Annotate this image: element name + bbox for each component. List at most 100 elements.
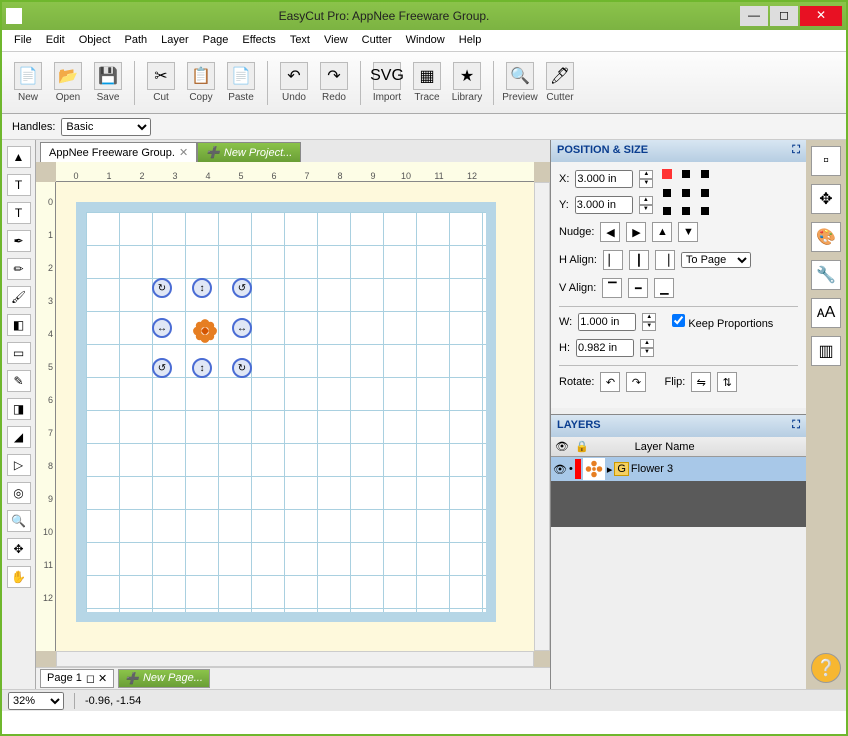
tool-15[interactable]: ✋ [7,566,31,588]
tool-6[interactable]: ◧ [7,314,31,336]
rotate-ccw-button[interactable]: ↶ [600,372,620,392]
import-button[interactable]: SVGImport [367,62,407,103]
canvas-area[interactable]: 0123456789101112 0123456789101112 ↻ ↕ ↺ … [36,162,550,667]
x-spinner[interactable]: ▲▼ [639,170,653,188]
open-button[interactable]: 📂Open [48,62,88,103]
tool-2[interactable]: T [7,202,31,224]
tool-0[interactable]: ▲ [7,146,31,168]
handles-select[interactable]: Basic [61,118,151,136]
halign-left-button[interactable]: ▏ [603,250,623,270]
tool-1[interactable]: T [7,174,31,196]
flip-v-button[interactable]: ⇅ [717,372,737,392]
cutter-button[interactable]: 🖊Cutter [540,62,580,103]
menu-effects[interactable]: Effects [236,32,281,49]
side-btn-0[interactable]: ▫ [811,146,841,176]
nudge-up-button[interactable]: ▲ [652,222,672,242]
handle-tl[interactable]: ↻ [152,278,172,298]
trace-button[interactable]: ▦Trace [407,62,447,103]
h-input[interactable] [576,339,634,357]
anchor-grid[interactable] [663,170,715,222]
h-spinner[interactable]: ▲▼ [640,339,654,357]
menu-object[interactable]: Object [73,32,117,49]
handle-br[interactable]: ↻ [232,358,252,378]
menu-cutter[interactable]: Cutter [356,32,398,49]
menu-path[interactable]: Path [119,32,154,49]
paste-button[interactable]: 📄Paste [221,62,261,103]
maximize-button[interactable]: ◻ [770,6,798,26]
handle-bm[interactable]: ↕ [192,358,212,378]
tool-10[interactable]: ◢ [7,426,31,448]
side-btn-6[interactable]: ❔ [811,653,841,683]
menu-layer[interactable]: Layer [155,32,195,49]
halign-center-button[interactable]: ┃ [629,250,649,270]
tool-14[interactable]: ✥ [7,538,31,560]
x-input[interactable] [575,170,633,188]
tool-3[interactable]: ✒ [7,230,31,252]
close-tab-icon[interactable]: ✕ [179,146,188,159]
page-close-icon[interactable]: ◻ ✕ [86,672,107,685]
menu-page[interactable]: Page [197,32,235,49]
align-to-select[interactable]: To Page [681,252,751,268]
side-btn-4[interactable]: ᴀA [811,298,841,328]
scrollbar-horizontal[interactable] [56,651,534,667]
handle-mr[interactable]: ↔ [232,318,252,338]
flip-h-button[interactable]: ⇋ [691,372,711,392]
expand-icon[interactable]: ▸ [607,463,613,476]
flower-shape[interactable] [192,318,218,344]
save-button[interactable]: 💾Save [88,62,128,103]
layers-header[interactable]: LAYERS⛶ [551,415,806,437]
y-input[interactable] [575,196,633,214]
redo-button[interactable]: ↷Redo [314,62,354,103]
minimize-button[interactable]: — [740,6,768,26]
position-size-header[interactable]: POSITION & SIZE⛶ [551,140,806,162]
handle-ml[interactable]: ↔ [152,318,172,338]
handle-bl[interactable]: ↺ [152,358,172,378]
tool-5[interactable]: 🖌 [7,286,31,308]
new-button[interactable]: 📄New [8,62,48,103]
scrollbar-vertical[interactable] [534,182,550,651]
menu-view[interactable]: View [318,32,354,49]
doc-tab[interactable]: ➕ New Project... [197,142,301,162]
tool-13[interactable]: 🔍 [7,510,31,532]
zoom-select[interactable]: 32% [8,692,64,710]
nudge-right-button[interactable]: ▶ [626,222,646,242]
tool-7[interactable]: ▭ [7,342,31,364]
panel-collapse-icon[interactable]: ⛶ [792,419,800,433]
preview-button[interactable]: 🔍Preview [500,62,540,103]
y-spinner[interactable]: ▲▼ [639,196,653,214]
valign-middle-button[interactable]: ━ [628,278,648,298]
layer-name[interactable]: Flower 3 [631,463,673,475]
halign-right-button[interactable]: ▕ [655,250,675,270]
layer-color-swatch[interactable] [575,459,581,479]
doc-tab[interactable]: AppNee Freeware Group. ✕ [40,142,197,162]
selection-box[interactable]: ↻ ↕ ↺ ↔ ↔ ↺ ↕ ↻ [152,278,252,378]
undo-button[interactable]: ↶Undo [274,62,314,103]
library-button[interactable]: ★Library [447,62,487,103]
tool-9[interactable]: ◨ [7,398,31,420]
tool-8[interactable]: ✎ [7,370,31,392]
w-spinner[interactable]: ▲▼ [642,313,656,331]
menu-file[interactable]: File [8,32,38,49]
copy-button[interactable]: 📋Copy [181,62,221,103]
keep-proportions-checkbox[interactable]: Keep Proportions [672,314,773,330]
valign-bottom-button[interactable]: ▁ [654,278,674,298]
handle-tm[interactable]: ↕ [192,278,212,298]
side-btn-1[interactable]: ✥ [811,184,841,214]
tool-12[interactable]: ◎ [7,482,31,504]
side-btn-5[interactable]: ▥ [811,336,841,366]
panel-collapse-icon[interactable]: ⛶ [792,144,800,158]
layer-dot-icon[interactable]: • [569,463,573,475]
handle-tr[interactable]: ↺ [232,278,252,298]
close-button[interactable]: ✕ [800,6,842,26]
valign-top-button[interactable]: ▔ [602,278,622,298]
nudge-left-button[interactable]: ◀ [600,222,620,242]
artboard[interactable]: ↻ ↕ ↺ ↔ ↔ ↺ ↕ ↻ [56,182,534,651]
new-page-button[interactable]: ➕ New Page... [118,669,210,688]
menu-edit[interactable]: Edit [40,32,71,49]
nudge-down-button[interactable]: ▼ [678,222,698,242]
side-btn-3[interactable]: 🔧 [811,260,841,290]
tool-4[interactable]: ✏ [7,258,31,280]
page-tab[interactable]: Page 1◻ ✕ [40,669,114,688]
menu-text[interactable]: Text [284,32,316,49]
side-btn-2[interactable]: 🎨 [811,222,841,252]
